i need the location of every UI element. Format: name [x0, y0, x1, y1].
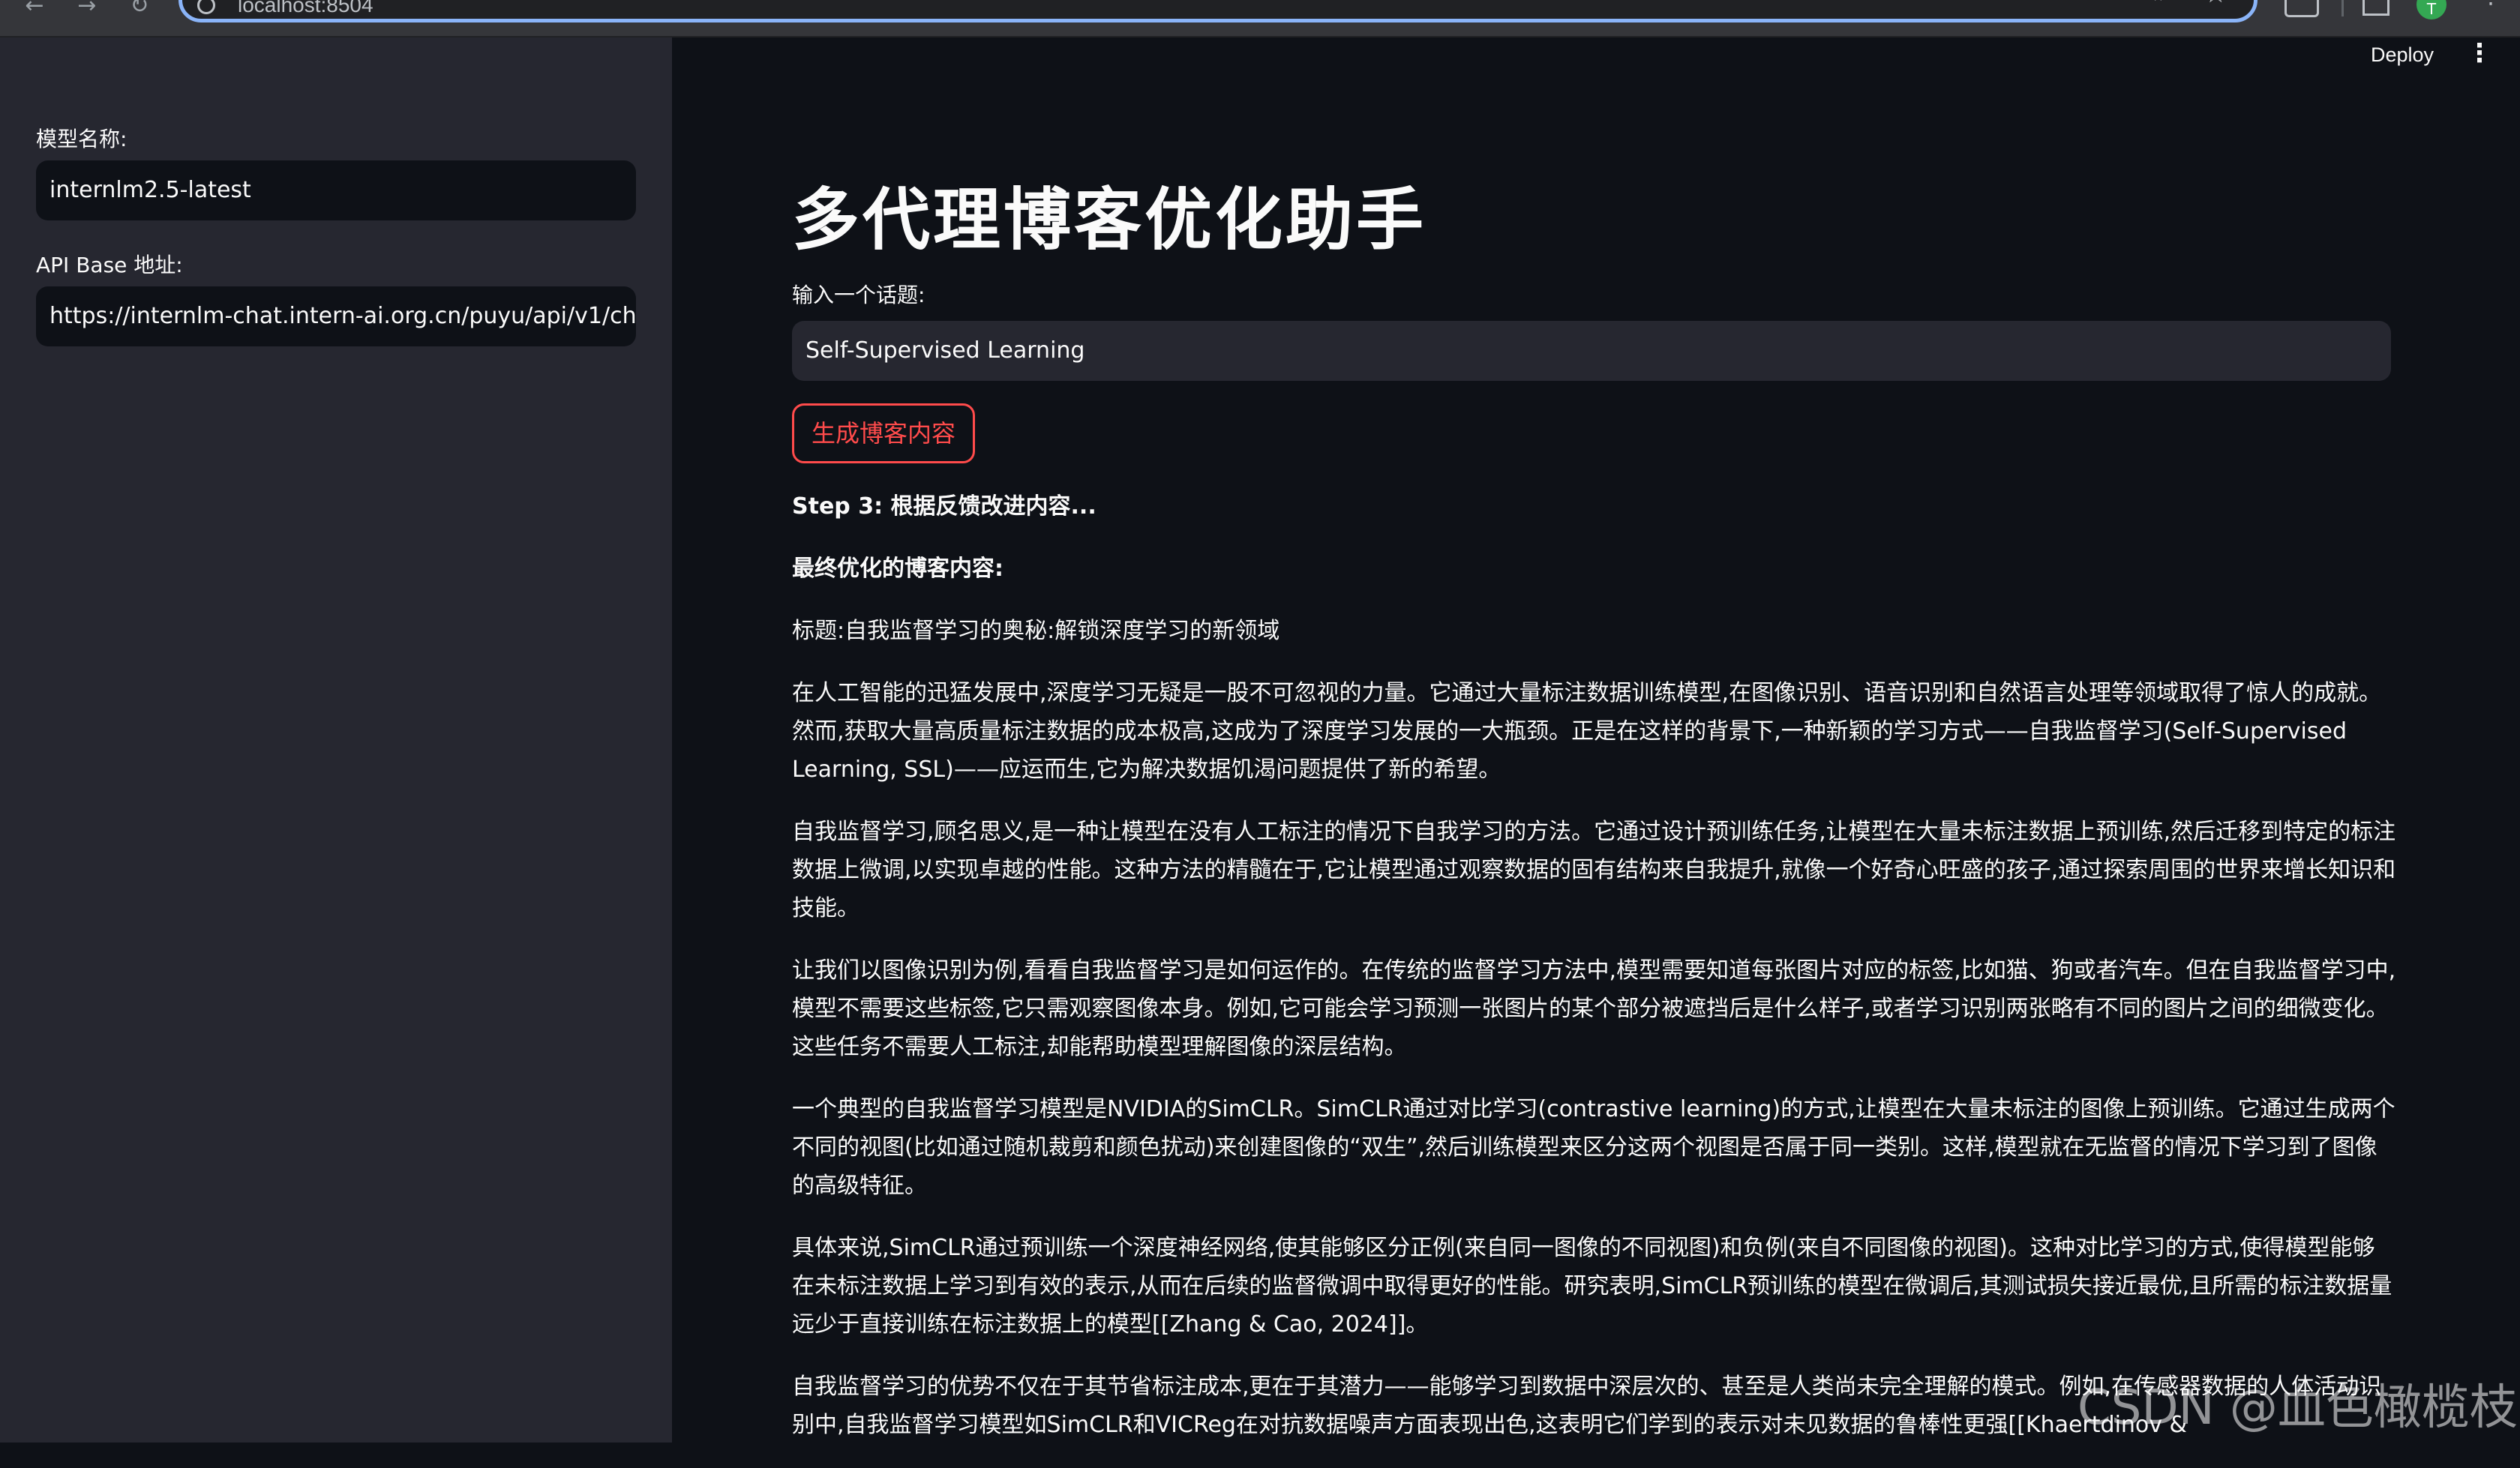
generate-blog-button[interactable]: 生成博客内容 — [792, 403, 975, 463]
watermark: CSDN @血色橄榄枝 — [2078, 1380, 2518, 1436]
reload-icon[interactable]: ↻ — [124, 0, 154, 22]
profile-avatar[interactable]: T — [2416, 0, 2446, 19]
browser-toolbar: ← → ↻ localhost:8504 ⌗ ☆ T ⋮ — [0, 0, 2520, 37]
blog-output: Step 3: 根据反馈改进内容... 最终优化的博客内容: 标题:自我监督学习… — [792, 487, 2397, 1468]
extensions-icon[interactable] — [2284, 0, 2319, 17]
blog-paragraph: 自我监督学习,顾名思义,是一种让模型在没有人工标注的情况下自我学习的方法。它通过… — [792, 819, 2396, 921]
page-title: 多代理博客优化助手 — [792, 181, 1426, 259]
main-content: Deploy ⋮ 多代理博客优化助手 输入一个话题: Self-Supervis… — [672, 37, 2520, 1443]
site-info-icon[interactable] — [197, 0, 215, 14]
media-control-icon[interactable] — [2362, 0, 2390, 16]
deploy-button[interactable]: Deploy — [2346, 37, 2458, 97]
model-name-label: 模型名称: — [36, 127, 128, 151]
blog-paragraph: 让我们以图像识别为例,看看自我监督学习是如何运作的。在传统的监督学习方法中,模型… — [792, 957, 2396, 1060]
step-status: Step 3: 根据反馈改进内容... — [792, 493, 1096, 520]
bookmark-star-icon[interactable]: ☆ — [2204, 0, 2231, 11]
blog-title: 标题:自我监督学习的奥秘:解锁深度学习的新领域 — [792, 618, 1280, 644]
sidebar: 模型名称: internlm2.5-latest API Base 地址: ht… — [0, 37, 672, 1443]
app-menu-icon[interactable]: ⋮ — [2464, 40, 2494, 70]
blog-paragraph: 一个典型的自我监督学习模型是NVIDIA的SimCLR。SimCLR通过对比学习… — [792, 1096, 2396, 1199]
blog-paragraph: 具体来说,SimCLR通过预训练一个深度神经网络,使其能够区分正例(来自同一图像… — [792, 1235, 2392, 1338]
api-base-label: API Base 地址: — [36, 253, 183, 277]
final-content-heading: 最终优化的博客内容: — [792, 556, 1004, 582]
blog-paragraph: 在人工智能的迅猛发展中,深度学习无疑是一股不可忽视的力量。它通过大量标注数据训练… — [792, 680, 2382, 783]
model-name-input[interactable]: internlm2.5-latest — [36, 160, 636, 220]
api-base-input[interactable]: https://internlm-chat.intern-ai.org.cn/p… — [36, 286, 636, 346]
forward-arrow-icon[interactable]: → — [72, 0, 102, 22]
topic-input[interactable]: Self-Supervised Learning — [792, 321, 2391, 381]
back-arrow-icon[interactable]: ← — [20, 0, 50, 22]
toolbar-divider — [2342, 0, 2344, 16]
topic-label: 输入一个话题: — [792, 283, 926, 307]
translate-icon[interactable]: ⌗ — [2152, 0, 2179, 13]
address-url: localhost:8504 — [238, 0, 374, 16]
address-bar[interactable]: localhost:8504 ⌗ ☆ — [178, 0, 2258, 22]
